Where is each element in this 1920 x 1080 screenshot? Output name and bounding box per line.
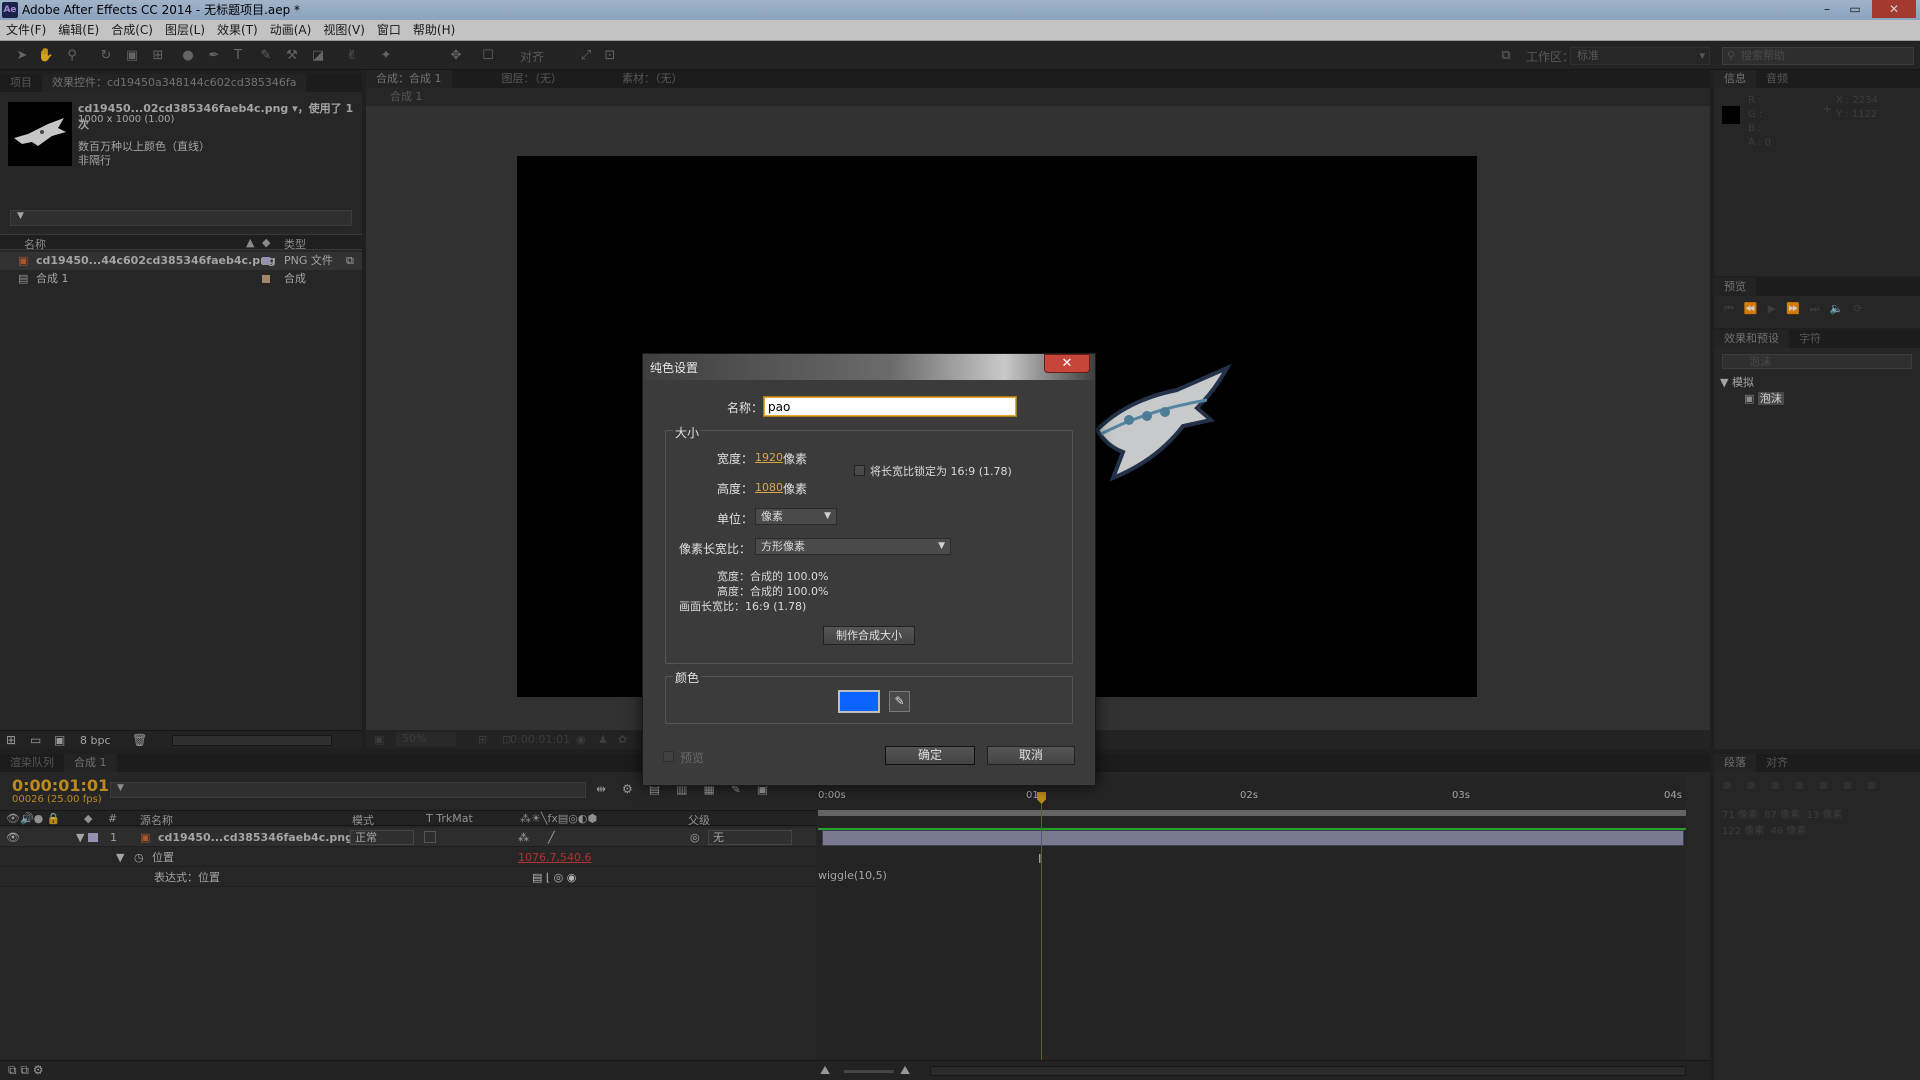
dialog-title: 纯色设置 bbox=[650, 361, 699, 375]
lock-aspect-label: 将长宽比锁定为 16:9 (1.78) bbox=[870, 465, 1012, 478]
height-value[interactable]: 1080 bbox=[755, 481, 783, 494]
color-swatch[interactable] bbox=[838, 690, 880, 713]
ok-button[interactable]: 确定 bbox=[885, 746, 975, 765]
height-label: 高度： bbox=[717, 482, 754, 496]
dialog-close-button[interactable]: ✕ bbox=[1044, 354, 1090, 373]
lock-aspect-checkbox[interactable] bbox=[854, 465, 865, 476]
units-label: 单位： bbox=[717, 512, 754, 526]
pixel-aspect-label: 像素长宽比： bbox=[679, 542, 752, 556]
height-percent: 高度：合成的 100.0% bbox=[717, 585, 829, 598]
solid-settings-dialog: 纯色设置 ✕ 名称： 大小 宽度： 1920 像素 将长宽比锁定为 16:9 (… bbox=[642, 353, 1096, 786]
pixel-aspect-dropdown[interactable]: 方形像素 ▼ bbox=[755, 538, 951, 555]
width-label: 宽度： bbox=[717, 452, 754, 466]
height-unit: 像素 bbox=[783, 482, 808, 496]
width-percent: 宽度：合成的 100.0% bbox=[717, 570, 829, 583]
make-comp-size-button[interactable]: 制作合成大小 bbox=[823, 626, 915, 645]
preview-checkbox[interactable] bbox=[663, 751, 674, 762]
color-group-label: 颜色 bbox=[673, 669, 702, 686]
chevron-down-icon: ▼ bbox=[938, 541, 945, 551]
size-group-label: 大小 bbox=[673, 424, 702, 441]
preview-label: 预览 bbox=[680, 751, 705, 765]
eyedropper-icon[interactable]: ✎ bbox=[889, 691, 910, 712]
name-label: 名称： bbox=[727, 401, 764, 415]
units-dropdown[interactable]: 像素 ▼ bbox=[755, 508, 837, 525]
cancel-button[interactable]: 取消 bbox=[987, 746, 1075, 765]
chevron-down-icon: ▼ bbox=[824, 511, 831, 521]
frame-aspect-ratio: 画面长宽比：16:9 (1.78) bbox=[679, 600, 807, 613]
solid-name-input[interactable] bbox=[763, 396, 1017, 417]
dialog-titlebar[interactable] bbox=[643, 354, 1095, 380]
width-unit: 像素 bbox=[783, 452, 808, 466]
width-value[interactable]: 1920 bbox=[755, 451, 783, 464]
